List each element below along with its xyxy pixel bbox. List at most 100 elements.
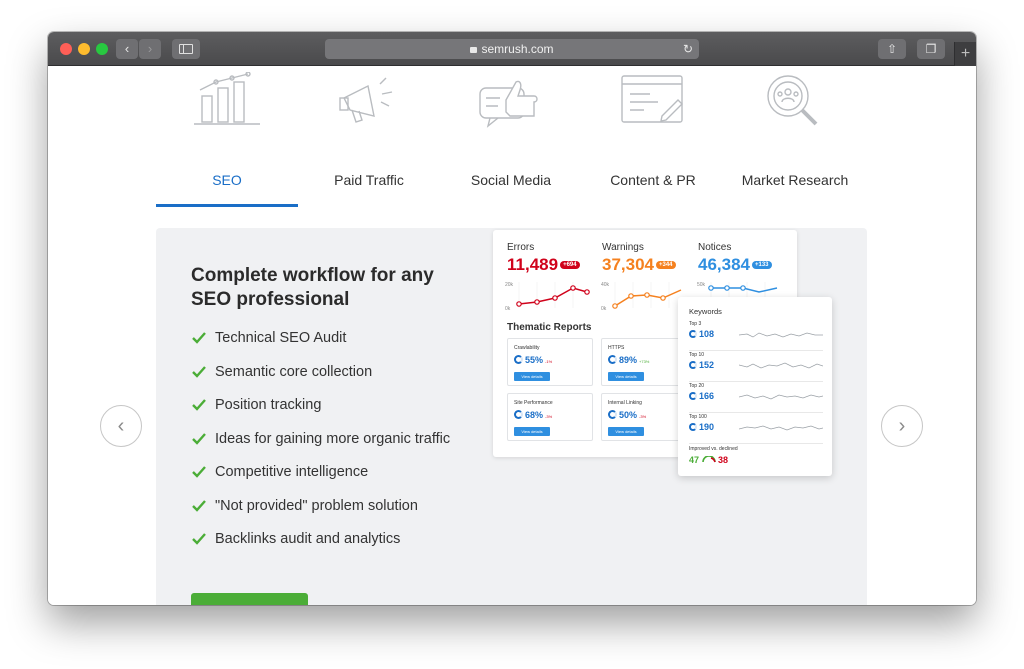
metric-label: Warnings (602, 242, 644, 253)
list-item: Competitive intelligence (191, 462, 471, 482)
progress-ring-icon (514, 355, 523, 364)
list-item: "Not provided" problem solution (191, 496, 471, 516)
seo-chart-icon (194, 72, 260, 125)
axis-tick: 0k (601, 306, 607, 312)
tab-label: Content & PR (610, 172, 696, 188)
feature-text: Position tracking (215, 397, 322, 413)
notices-metric: Notices 46,384 +133 (698, 242, 794, 275)
check-icon (192, 432, 206, 445)
progress-ring-icon (608, 355, 617, 364)
table-row: Top 10 152 (689, 352, 823, 382)
progress-ring-icon (689, 423, 697, 431)
close-window-button[interactable] (60, 43, 72, 55)
feature-text: Technical SEO Audit (215, 330, 347, 346)
list-item: Ideas for gaining more organic traffic (191, 429, 471, 449)
thematic-card-site-performance: Site Performance 68% -3% View details (507, 393, 593, 441)
view-details-button[interactable]: View details (608, 372, 644, 381)
card-name: Internal Linking (608, 400, 642, 406)
keyword-bucket: Top 20 (689, 383, 705, 389)
view-details-button[interactable]: View details (514, 427, 550, 436)
forward-button[interactable]: › (139, 39, 161, 59)
check-icon (192, 533, 206, 545)
tab-seo[interactable]: SEO (156, 66, 298, 206)
sidebar-toggle-button[interactable] (172, 39, 200, 59)
page-content: SEO Paid Traffic Social Media Content & … (48, 66, 976, 605)
address-bar[interactable]: semrush.com ↻ (325, 39, 699, 59)
axis-tick: 50k (697, 282, 706, 288)
card-value: 68% -3% (514, 410, 552, 420)
table-row: Top 20 166 (689, 383, 823, 413)
thematic-card-https: HTTPS 89% +73% View details (601, 338, 687, 386)
view-details-button[interactable]: View details (514, 372, 550, 381)
feature-text: Competitive intelligence (215, 464, 369, 480)
keywords-title: Keywords (689, 307, 722, 316)
keyword-count: 190 (689, 422, 714, 432)
keyword-sparkline (739, 394, 823, 400)
axis-tick: 40k (601, 282, 610, 288)
tab-label: SEO (212, 172, 242, 188)
list-item: Semantic core collection (191, 362, 471, 382)
check-icon (192, 499, 206, 512)
zoom-window-button[interactable] (96, 43, 108, 55)
keyword-count: 166 (689, 391, 714, 401)
card-value: 55% -1% (514, 355, 552, 365)
tab-paid-traffic[interactable]: Paid Traffic (298, 66, 440, 206)
metric-badge: +344 (656, 261, 676, 269)
metric-value: 46,384 +133 (698, 255, 794, 275)
metric-badge: +133 (752, 261, 772, 269)
axis-tick: 20k (505, 282, 514, 288)
card-name: Site Performance (514, 400, 553, 406)
browser-toolbar: ‹ › semrush.com ↻ ⇧ ❐ + (48, 32, 976, 66)
progress-ring-icon (689, 361, 697, 369)
check-icon (192, 399, 206, 411)
thematic-card-internal-linking: Internal Linking 50% -3% View details (601, 393, 687, 441)
tab-social-media[interactable]: Social Media (440, 66, 582, 206)
axis-tick: 0k (505, 306, 511, 312)
feature-list: Technical SEO Audit Semantic core collec… (191, 328, 471, 563)
active-tab-indicator (156, 204, 298, 207)
minimize-window-button[interactable] (78, 43, 90, 55)
card-value: 50% -3% (608, 410, 646, 420)
errors-sparkline: 20k 0k (505, 282, 590, 312)
warnings-sparkline: 40k 0k (601, 282, 682, 312)
document-icon (621, 75, 683, 123)
metric-badge: +694 (560, 261, 580, 269)
tab-overview-button[interactable]: ❐ (917, 39, 945, 59)
tab-market-research[interactable]: Market Research (724, 66, 866, 206)
warnings-metric: Warnings 37,304 +344 (602, 242, 698, 275)
progress-ring-icon (514, 410, 523, 419)
list-item: Position tracking (191, 395, 471, 415)
metric-label: Errors (507, 242, 535, 253)
reload-icon[interactable]: ↻ (683, 39, 693, 59)
panel-headline: Complete workflow for any SEO profession… (191, 265, 434, 310)
keywords-card: Keywords Top 3 108 Top 10 152 Top 20 166… (678, 297, 832, 476)
keyword-sparkline (739, 425, 823, 431)
tab-content-pr[interactable]: Content & PR (582, 66, 724, 206)
carousel-next-button[interactable]: › (881, 405, 923, 447)
keyword-count: 108 (689, 329, 714, 339)
carousel-prev-button[interactable]: ‹ (100, 405, 142, 447)
keyword-sparkline (739, 332, 823, 338)
megaphone-icon (339, 77, 393, 123)
thematic-card-crawlability: Crawlability 55% -1% View details (507, 338, 593, 386)
try-seo-toolkit-button[interactable]: Try SEO Toolkit (191, 593, 308, 605)
new-tab-button[interactable]: + (954, 42, 976, 66)
card-name: HTTPS (608, 345, 625, 351)
thematic-reports-title: Thematic Reports (507, 322, 592, 333)
check-icon (192, 365, 206, 378)
improved-declined-label: Improved vs. declined (689, 446, 738, 452)
card-value: 89% +73% (608, 355, 649, 365)
lock-icon (470, 47, 478, 53)
feature-text: Backlinks audit and analytics (215, 531, 401, 547)
metric-label: Notices (698, 242, 732, 253)
share-button[interactable]: ⇧ (878, 39, 906, 59)
trend-arc-icon (701, 455, 716, 463)
declined-count: 38 (718, 455, 729, 465)
view-details-button[interactable]: View details (608, 427, 644, 436)
back-button[interactable]: ‹ (116, 39, 138, 59)
improved-declined-values: 47 38 (689, 455, 728, 465)
keyword-bucket: Top 100 (689, 414, 707, 420)
thumbs-up-icon (479, 80, 538, 128)
keyword-sparkline (739, 362, 823, 369)
sidebar-icon (179, 44, 193, 54)
